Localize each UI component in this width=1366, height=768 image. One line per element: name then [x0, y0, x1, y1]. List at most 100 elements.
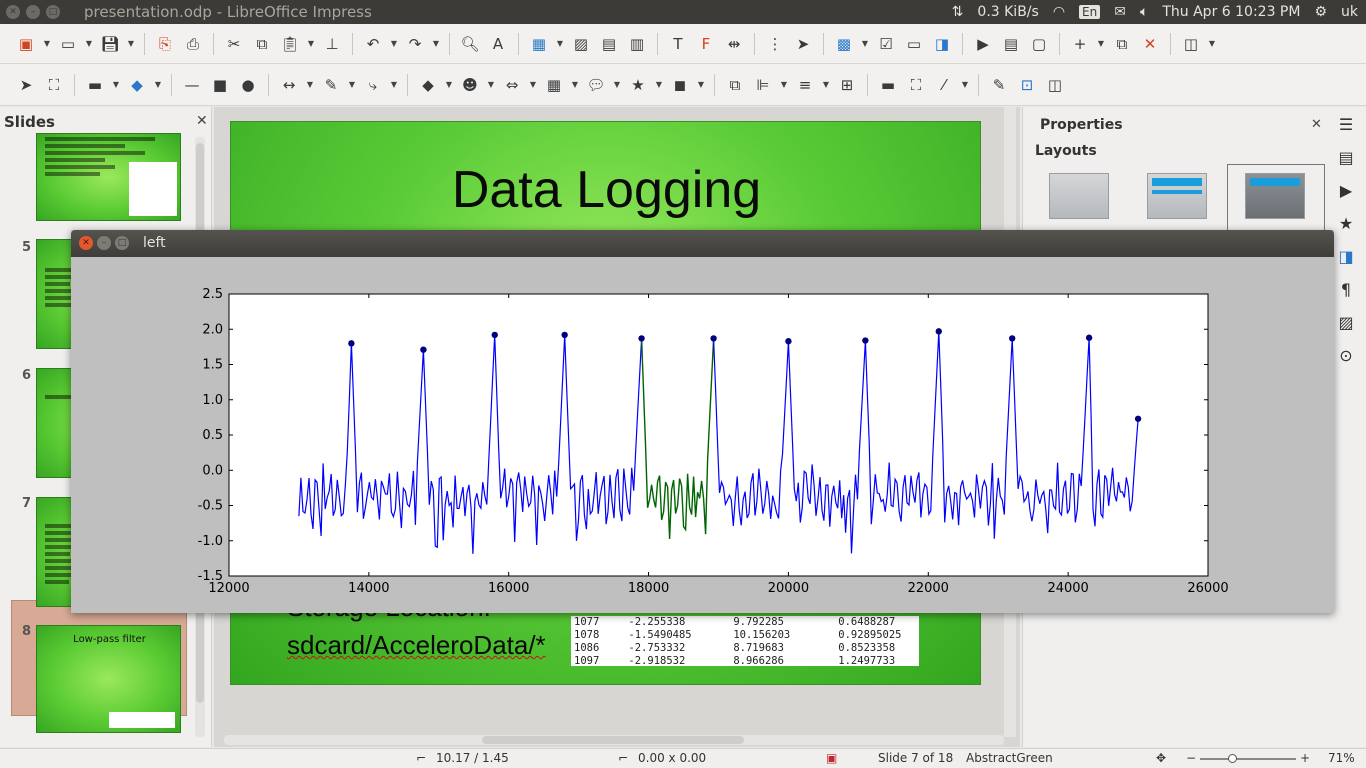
notes-icon[interactable]: ▭ [902, 32, 926, 56]
copy-icon[interactable]: ⧉ [250, 32, 274, 56]
sidebar-icon[interactable]: ◨ [930, 32, 954, 56]
layout-blank[interactable] [1049, 173, 1109, 219]
mail-icon[interactable]: ✉ [1114, 4, 1126, 20]
chevron-down-icon[interactable]: ▼ [960, 80, 970, 89]
image-icon[interactable]: ▨ [569, 32, 593, 56]
flowchart-icon[interactable]: ▦ [542, 73, 566, 97]
curves-icon[interactable]: ✎ [319, 73, 343, 97]
chevron-down-icon[interactable]: ▼ [305, 80, 315, 89]
sidebar-settings-icon[interactable]: ☰ [1339, 115, 1353, 134]
chevron-down-icon[interactable]: ▼ [389, 39, 399, 48]
maximize-icon[interactable]: □ [115, 236, 129, 250]
crop-icon[interactable]: ⛶ [904, 73, 928, 97]
new-slide-icon[interactable]: + [1068, 32, 1092, 56]
zoom-slider[interactable] [1200, 758, 1296, 760]
export-pdf-icon[interactable]: ⎘ [153, 32, 177, 56]
open-icon[interactable]: ▭ [56, 32, 80, 56]
fontwork-icon[interactable]: F [694, 32, 718, 56]
textbox-icon[interactable]: T [666, 32, 690, 56]
ellipse-icon[interactable]: ● [236, 73, 260, 97]
layout-title-content-selected[interactable] [1245, 173, 1305, 219]
cut-icon[interactable]: ✂ [222, 32, 246, 56]
helplines-icon[interactable]: ➤ [791, 32, 815, 56]
slide-show-icon[interactable]: ▢ [1027, 32, 1051, 56]
media-icon[interactable]: ▤ [597, 32, 621, 56]
more-options-icon[interactable]: ◫ [1179, 32, 1203, 56]
basic-shapes-icon[interactable]: ◆ [416, 73, 440, 97]
chevron-down-icon[interactable]: ▼ [555, 39, 565, 48]
3d-objects-icon[interactable]: ◼ [668, 73, 692, 97]
close-icon[interactable]: ✕ [1311, 117, 1322, 132]
volume-icon[interactable]: 🔈︎ [1140, 4, 1148, 20]
chevron-down-icon[interactable]: ▼ [1096, 39, 1106, 48]
scrollbar-thumb[interactable] [482, 736, 744, 744]
select-arrow-icon[interactable]: ➤ [14, 73, 38, 97]
slide-transition-tab-icon[interactable]: ▶ [1340, 181, 1352, 200]
network-transfer-icon[interactable]: ⇅ [952, 4, 964, 20]
slide-thumbnail-4[interactable] [36, 133, 181, 221]
spelling-icon[interactable]: A [486, 32, 510, 56]
grid-icon[interactable]: ⋮ [763, 32, 787, 56]
layouts-section-header[interactable]: Layouts [1035, 143, 1097, 159]
line-icon[interactable]: — [180, 73, 204, 97]
chevron-down-icon[interactable]: ▼ [612, 80, 622, 89]
fit-slide-icon[interactable]: ✥ [1156, 751, 1166, 765]
chevron-down-icon[interactable]: ▼ [306, 39, 316, 48]
minimize-window-button[interactable]: – [26, 5, 40, 19]
slide-layout-icon[interactable]: ▩ [832, 32, 856, 56]
save-icon[interactable]: 💾︎ [98, 32, 122, 56]
zoom-slider-handle[interactable] [1228, 754, 1237, 763]
chevron-down-icon[interactable]: ▼ [486, 80, 496, 89]
chevron-down-icon[interactable]: ▼ [528, 80, 538, 89]
wifi-icon[interactable]: ◠ [1053, 4, 1065, 20]
properties-tab-icon[interactable]: ▤ [1338, 148, 1353, 167]
distribute-icon[interactable]: ⊞ [835, 73, 859, 97]
slide-title[interactable]: Data Logging [231, 160, 982, 220]
close-window-button[interactable]: ✕ [6, 5, 20, 19]
navigator-tab-icon[interactable]: ⊙ [1339, 346, 1352, 365]
chevron-down-icon[interactable]: ▼ [1207, 39, 1217, 48]
chevron-down-icon[interactable]: ▼ [42, 39, 52, 48]
chart-icon[interactable]: ▥ [625, 32, 649, 56]
chevron-down-icon[interactable]: ▼ [84, 39, 94, 48]
chevron-down-icon[interactable]: ▼ [696, 80, 706, 89]
rectangle-icon[interactable]: ■ [208, 73, 232, 97]
redo-icon[interactable]: ↷ [403, 32, 427, 56]
delete-slide-icon[interactable]: ✕ [1138, 32, 1162, 56]
line-color-icon[interactable]: ▬ [83, 73, 107, 97]
close-icon[interactable]: ✕ [196, 113, 208, 129]
gallery-tab-icon[interactable]: ▨ [1338, 313, 1353, 332]
master-slide-name[interactable]: AbstractGreen [966, 751, 1053, 765]
master-slide-icon[interactable]: ☑ [874, 32, 898, 56]
chevron-down-icon[interactable]: ▼ [821, 80, 831, 89]
chevron-down-icon[interactable]: ▼ [444, 80, 454, 89]
chevron-down-icon[interactable]: ▼ [570, 80, 580, 89]
horizontal-scrollbar[interactable] [224, 735, 1004, 745]
hyperlink-icon[interactable]: ⇹ [722, 32, 746, 56]
keyboard-language[interactable]: En [1079, 5, 1101, 19]
shadow-icon[interactable]: ▬ [876, 73, 900, 97]
chevron-down-icon[interactable]: ▼ [779, 80, 789, 89]
layout-title-content[interactable] [1147, 173, 1207, 219]
zoom-out-button[interactable]: − [1186, 751, 1196, 765]
chevron-down-icon[interactable]: ▼ [126, 39, 136, 48]
presenter-icon[interactable]: ▤ [999, 32, 1023, 56]
stars-icon[interactable]: ★ [626, 73, 650, 97]
master-slides-tab-icon[interactable]: ◨ [1338, 247, 1353, 266]
close-icon[interactable]: ✕ [79, 236, 93, 250]
print-icon[interactable]: ⎙ [181, 32, 205, 56]
filter-icon[interactable]: ⁄ [932, 73, 956, 97]
chevron-down-icon[interactable]: ▼ [153, 80, 163, 89]
document-modified-icon[interactable]: ▣ [826, 751, 837, 765]
settings-gear-icon[interactable]: ⚙ [1314, 4, 1327, 20]
chevron-down-icon[interactable]: ▼ [111, 80, 121, 89]
glue-points-icon[interactable]: ⊡ [1015, 73, 1039, 97]
slide-path-text[interactable]: sdcard/AcceleroData/* [287, 630, 546, 661]
slide-thumbnail-8[interactable]: Low-pass filter [36, 625, 181, 733]
start-presentation-icon[interactable]: ▣ [14, 32, 38, 56]
connectors-icon[interactable]: ⤷ [361, 73, 385, 97]
minimize-icon[interactable]: – [97, 236, 111, 250]
plot-window-titlebar[interactable]: ✕ – □ left [71, 230, 1334, 257]
animation-tab-icon[interactable]: ★ [1339, 214, 1353, 233]
zoom-pan-icon[interactable]: ⛶ [42, 73, 66, 97]
